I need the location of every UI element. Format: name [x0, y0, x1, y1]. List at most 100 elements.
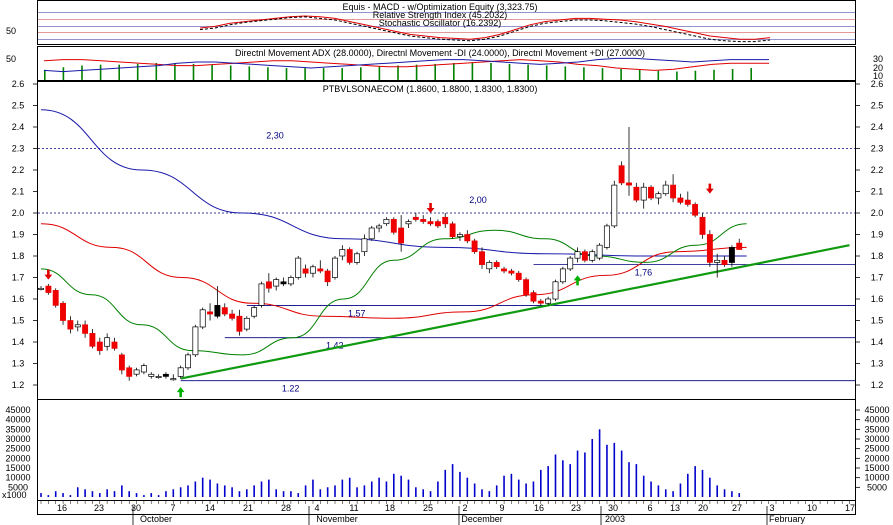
adx-bar: [285, 68, 288, 80]
adx-bar: [620, 69, 622, 80]
candle: [192, 324, 199, 357]
candle-body: [317, 268, 324, 272]
adx-bar: [750, 68, 752, 80]
candle-body: [265, 281, 272, 289]
candle-body: [493, 262, 500, 268]
candle-body: [140, 365, 147, 373]
date-tick-label: 9: [499, 503, 504, 513]
candle-body: [508, 270, 515, 274]
candle: [589, 249, 596, 263]
price-tick-right: 2.2: [871, 165, 884, 175]
candle-body: [52, 290, 59, 306]
month-label: February: [769, 514, 806, 524]
candle-body: [133, 369, 140, 375]
candle: [692, 202, 699, 218]
candle-body: [332, 257, 338, 278]
price-tick-left: 1.8: [12, 251, 25, 261]
candle: [603, 223, 610, 250]
candle-body: [670, 184, 677, 199]
candle-body: [567, 257, 574, 270]
candle-body: [537, 300, 544, 304]
candle-body: [104, 337, 111, 347]
month-label: 2003: [605, 514, 625, 524]
candle: [581, 249, 588, 263]
candle: [199, 307, 206, 330]
candle: [368, 225, 375, 241]
volume-tick-left: 10000: [5, 473, 30, 483]
candle: [251, 305, 258, 319]
candle-body: [596, 244, 603, 259]
resistance-label: 2,30: [266, 131, 284, 141]
adx-bar: [211, 64, 213, 80]
adx-bar: [471, 62, 474, 80]
candle-body: [207, 311, 213, 315]
adx-bar: [378, 66, 381, 80]
candle-body: [626, 182, 632, 186]
candle-body: [236, 315, 243, 332]
adx-bar: [527, 64, 529, 80]
candle: [567, 256, 574, 271]
candle-body: [515, 272, 522, 280]
candle: [471, 238, 478, 254]
candle-body: [118, 354, 125, 371]
date-tick-label: 23: [571, 503, 581, 513]
month-label: October: [140, 514, 172, 524]
candle-body: [295, 257, 302, 278]
date-tick-label: 11: [349, 503, 358, 513]
candle-body: [464, 234, 471, 242]
price-tick-right: 1.6: [871, 294, 884, 304]
adx-bar: [638, 69, 641, 80]
support-label: 1.22: [282, 384, 300, 394]
candle-body: [82, 324, 89, 334]
candle-body: [692, 204, 699, 216]
candle-body: [280, 281, 287, 285]
adx-bar: [731, 69, 734, 80]
adx-bar: [322, 68, 325, 80]
volume-tick-right: 10000: [864, 473, 889, 483]
adx-bar: [360, 67, 362, 81]
candle: [332, 256, 338, 280]
resistance-label: 2,00: [469, 195, 487, 205]
volume-tick-right: 25000: [864, 444, 889, 454]
candle-body: [273, 279, 280, 287]
candle-body: [530, 292, 537, 302]
candle-body: [258, 283, 265, 306]
candle-body: [177, 367, 184, 377]
adx-bar: [397, 65, 399, 80]
dmi-title: Directnl Movement ADX (28.0000), Directn…: [235, 48, 645, 58]
adx-bar: [44, 69, 46, 80]
candle-body: [398, 227, 405, 244]
candle-body: [60, 302, 66, 321]
candle-body: [214, 305, 221, 317]
candle-body: [449, 223, 456, 238]
price-tick-left: 1.4: [12, 337, 25, 347]
candle-body: [412, 216, 419, 220]
candle: [611, 180, 618, 228]
candle-body: [45, 285, 52, 293]
date-tick-label: 16: [534, 503, 544, 513]
date-tick-label: 20: [698, 503, 708, 513]
candle-body: [479, 251, 485, 265]
stochastic-title: Stochastic Oscillator (16.2392): [379, 18, 502, 28]
date-tick-label: 28: [281, 503, 291, 513]
date-tick-label: 23: [94, 503, 104, 513]
price-tick-left: 2.5: [12, 101, 25, 111]
price-tick-left: 1.9: [12, 230, 25, 240]
price-tick-right: 1.3: [871, 359, 884, 369]
candle-body: [346, 249, 353, 263]
price-title: PTBVLSONAECOM (1.8600, 1.8800, 1.8300, 1…: [323, 84, 538, 94]
date-tick-label: 14: [205, 503, 215, 513]
adx-bar: [545, 65, 548, 80]
candle: [258, 281, 265, 308]
price-tick-left: 1.6: [12, 294, 25, 304]
candle-body: [339, 249, 346, 257]
adx-bar: [415, 64, 418, 80]
candle: [559, 266, 566, 284]
candle-body: [728, 247, 735, 263]
adx-bar: [341, 68, 343, 80]
date-tick-label: 30: [131, 503, 141, 513]
adx-bar: [99, 64, 102, 80]
volume-tick-right: 15000: [864, 463, 889, 473]
price-tick-right: 2.4: [871, 122, 884, 132]
candle-body: [185, 354, 191, 369]
